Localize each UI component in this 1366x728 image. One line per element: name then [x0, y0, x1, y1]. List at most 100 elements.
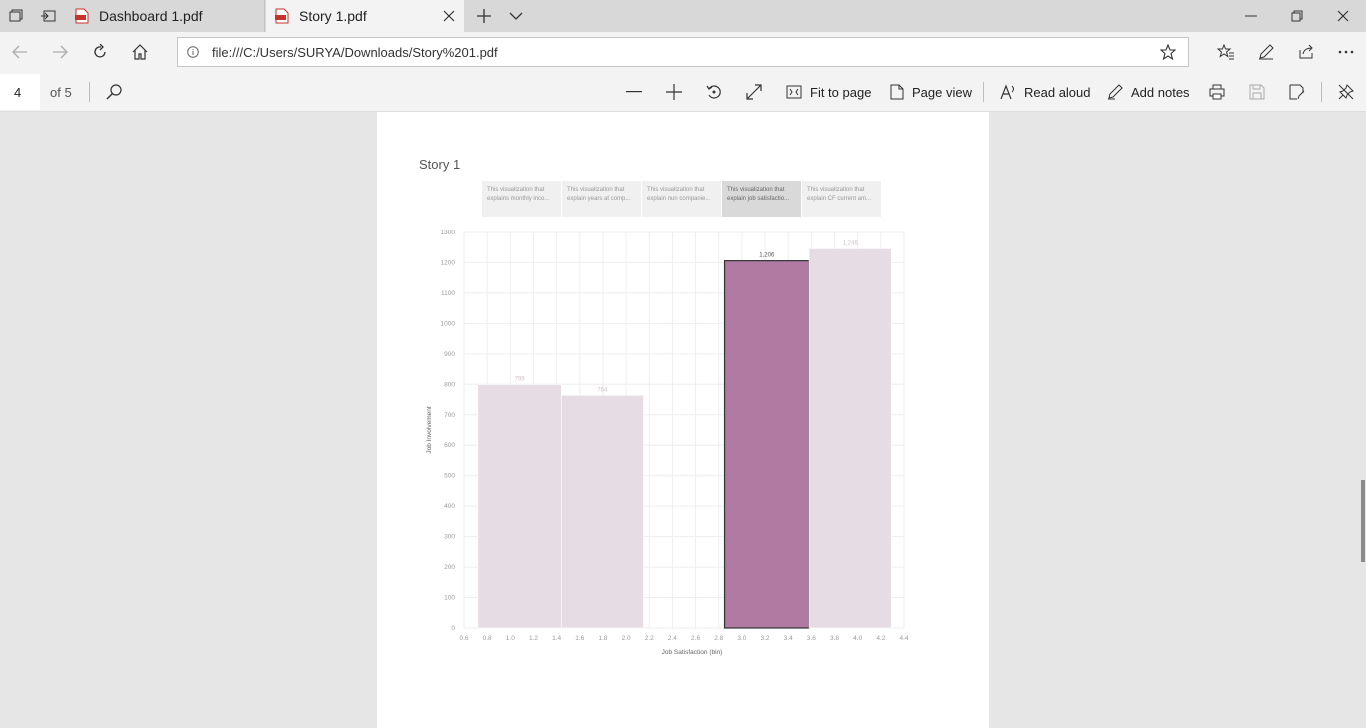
job-satisfaction-bar-chart: 0 100 200 300 400 500 600 700 800 900 1000 1100 1200… [426, 230, 909, 656]
y-tick-label: 0 [451, 625, 455, 632]
tab-story-pdf[interactable]: Story 1.pdf [266, 0, 464, 32]
navigation-bar: file:///C:/Users/SURYA/Downloads/Story%2… [0, 32, 1366, 72]
fullscreen-icon[interactable] [734, 72, 774, 112]
page-view-label: Page view [912, 84, 972, 100]
close-tab-icon[interactable] [434, 0, 464, 32]
bar-data-label: 1,206 [759, 253, 775, 259]
x-tick-label: 1.6 [575, 635, 584, 642]
bar-highlighted [723, 260, 810, 629]
address-url[interactable]: file:///C:/Users/SURYA/Downloads/Story%2… [208, 45, 1148, 60]
vertical-scrollbar-thumb[interactable] [1361, 480, 1365, 562]
toolbar-divider [89, 82, 90, 102]
story-point-tab[interactable]: This visualization that explain nun comp… [642, 181, 722, 217]
x-tick-label: 3.4 [784, 635, 793, 642]
x-tick-label: 1.0 [506, 635, 515, 642]
story-title: Story 1 [419, 157, 461, 172]
y-tick-label: 1200 [441, 259, 456, 266]
add-notes-button[interactable]: Add notes [1107, 72, 1190, 112]
read-aloud-button[interactable]: Read aloud [1000, 72, 1091, 112]
y-axis-label: Job Involvement [426, 406, 433, 454]
pdf-viewer[interactable]: Story 1 This visualization that explains… [0, 112, 1366, 728]
bar-data-label: 764 [597, 387, 608, 393]
search-icon[interactable] [94, 72, 134, 112]
y-tick-label: 1300 [441, 230, 456, 236]
tab-dashboard-pdf[interactable]: Dashboard 1.pdf [66, 0, 265, 32]
add-notes-label: Add notes [1131, 84, 1190, 100]
story-point-tab[interactable]: This visualization that explain years at… [562, 181, 642, 217]
y-tick-label: 300 [444, 534, 455, 541]
page-count-label: of 5 [50, 84, 72, 100]
fit-to-page-label: Fit to page [810, 84, 872, 100]
favorites-list-icon[interactable] [1206, 32, 1246, 72]
fit-to-page-button[interactable]: Fit to page [786, 72, 871, 112]
story-point-tab[interactable]: This visualization that explains monthly… [482, 181, 562, 217]
more-options-icon[interactable] [1326, 32, 1366, 72]
page-view-button[interactable]: Page view [890, 72, 972, 112]
refresh-icon[interactable] [80, 32, 120, 72]
read-aloud-label: Read aloud [1024, 84, 1091, 100]
tab-title: Story 1.pdf [299, 8, 367, 24]
y-tick-label: 900 [444, 351, 455, 358]
x-axis-label: Job Satisfaction (bin) [662, 649, 723, 656]
tab-title: Dashboard 1.pdf [99, 8, 203, 24]
print-icon[interactable] [1197, 72, 1237, 112]
info-icon[interactable] [178, 46, 208, 58]
x-tick-label: 4.2 [876, 635, 885, 642]
x-tick-label: 0.6 [459, 635, 468, 642]
toolbar-divider [983, 82, 984, 102]
rotate-icon[interactable] [694, 72, 734, 112]
story-point-tab-active[interactable]: This visualization that explain job sati… [722, 181, 802, 217]
back-arrow-icon[interactable] [0, 32, 40, 72]
x-tick-label: 1.4 [552, 635, 561, 642]
y-tick-label: 100 [444, 595, 455, 602]
new-tab-icon[interactable] [468, 0, 500, 32]
page-view-icon [890, 84, 904, 100]
tab-actions-icon[interactable] [0, 0, 32, 32]
x-tick-label: 1.8 [598, 635, 607, 642]
bar [808, 248, 892, 629]
x-tick-label: 2.0 [622, 635, 631, 642]
pdf-file-icon [75, 8, 89, 24]
x-tick-label: 3.2 [761, 635, 770, 642]
bar [560, 394, 644, 629]
x-tick-label: 1.2 [529, 635, 538, 642]
x-tick-label: 4.0 [853, 635, 862, 642]
x-tick-label: 2.2 [645, 635, 654, 642]
read-aloud-icon [1000, 84, 1014, 100]
x-tick-label: 4.4 [899, 635, 908, 642]
x-tick-label: 0.8 [483, 635, 492, 642]
minimize-icon[interactable] [1228, 0, 1274, 32]
save-as-icon[interactable] [1277, 72, 1317, 112]
story-point-tab[interactable]: This visualization that explain CF curre… [802, 181, 882, 217]
unpin-toolbar-icon[interactable] [1326, 72, 1366, 112]
zoom-in-icon[interactable] [654, 72, 694, 112]
zoom-out-icon[interactable] [614, 72, 654, 112]
close-window-icon[interactable] [1320, 0, 1366, 32]
save-icon[interactable] [1237, 72, 1277, 112]
set-tabs-aside-icon[interactable] [32, 0, 64, 32]
restore-icon[interactable] [1274, 0, 1320, 32]
y-tick-label: 700 [444, 412, 455, 419]
pdf-page: Story 1 This visualization that explains… [377, 112, 989, 728]
bar-data-label: 799 [515, 377, 526, 383]
x-tick-label: 3.0 [737, 635, 746, 642]
toolbar-divider [1321, 82, 1322, 102]
bar-data-label: 1,246 [843, 240, 859, 246]
y-tick-label: 400 [444, 503, 455, 510]
favorite-star-icon[interactable] [1148, 44, 1188, 60]
x-tick-label: 2.6 [691, 635, 700, 642]
home-icon[interactable] [120, 32, 160, 72]
y-tick-label: 800 [444, 381, 455, 388]
page-number-input[interactable]: 4 [0, 74, 40, 110]
y-tick-label: 500 [444, 473, 455, 480]
x-tick-label: 3.8 [830, 635, 839, 642]
address-bar[interactable]: file:///C:/Users/SURYA/Downloads/Story%2… [177, 37, 1189, 67]
pdf-toolbar: 4 of 5 Fit to page Page view Read aloud … [0, 72, 1366, 112]
x-tick-label: 2.8 [714, 635, 723, 642]
web-note-pen-icon[interactable] [1246, 32, 1286, 72]
share-icon[interactable] [1286, 32, 1326, 72]
tab-preview-chevron-icon[interactable] [500, 0, 532, 32]
forward-arrow-icon[interactable] [40, 32, 80, 72]
x-tick-label: 2.4 [668, 635, 677, 642]
bar [477, 384, 562, 629]
